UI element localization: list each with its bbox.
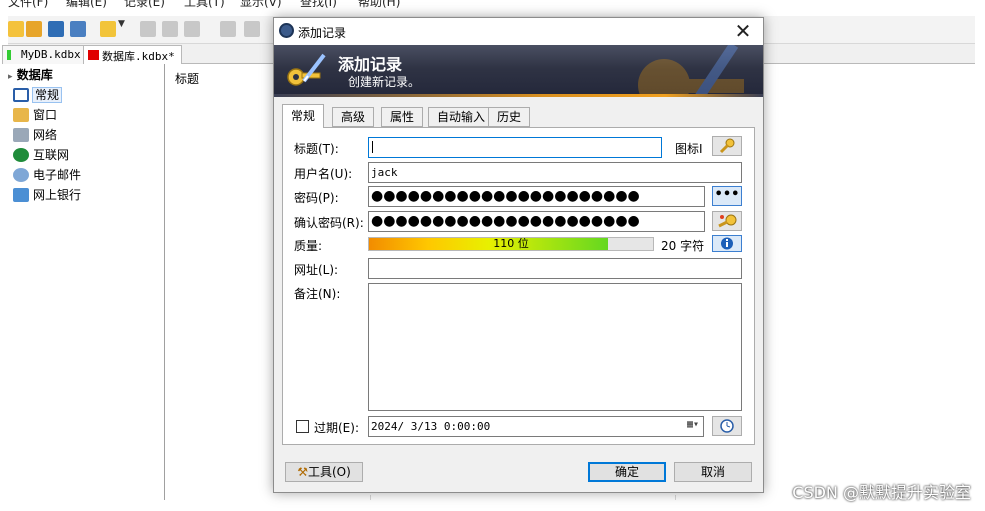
database-color-icon xyxy=(88,50,99,60)
repeat-password-field[interactable]: ●●●●●●●●●●●●●●●●●●●●●● xyxy=(368,211,705,232)
url-label: 网址(L): xyxy=(294,263,339,277)
dialog-banner: 添加记录 创建新记录。 xyxy=(274,45,763,97)
menu-edit[interactable]: 编辑(E) xyxy=(66,0,107,10)
folder-icon xyxy=(13,88,29,102)
password-field[interactable]: ●●●●●●●●●●●●●●●●●●●●●● xyxy=(368,186,705,207)
column-divider xyxy=(675,495,676,500)
save-icon[interactable] xyxy=(48,21,64,37)
open-url-icon[interactable] xyxy=(184,21,200,37)
menu-bar: 文件(F) 编辑(E) 记录(E) 工具(T) 显示(V) 查找(I) 帮助(H… xyxy=(8,0,975,16)
doc-tab-database[interactable]: 数据库.kdbx* xyxy=(83,45,182,65)
key-pen-icon xyxy=(287,53,326,86)
banner-key-watermark-icon xyxy=(638,45,744,97)
tree-item-email[interactable]: 电子邮件 xyxy=(13,165,81,185)
percent-icon xyxy=(13,188,29,202)
username-label: 用户名(U): xyxy=(294,167,353,181)
tree-root-database[interactable]: ▸ 数据库 xyxy=(8,65,53,85)
ok-button[interactable]: 确定 xyxy=(588,462,666,482)
general-tab-panel: 标题(T): 图标I 用户名(U): jack 密码(P): ●●●●●●●●●… xyxy=(282,127,755,445)
copy-entry-icon[interactable] xyxy=(220,21,236,37)
notes-textarea[interactable] xyxy=(368,283,742,411)
password-label: 密码(P): xyxy=(294,191,339,205)
email-icon xyxy=(13,168,29,182)
title-field[interactable] xyxy=(368,137,662,158)
menu-view[interactable]: 显示(V) xyxy=(240,0,282,10)
tree-item-network[interactable]: 网络 xyxy=(13,125,57,145)
add-entry-key-icon[interactable] xyxy=(100,21,116,37)
quality-label: 质量: xyxy=(294,239,323,253)
menu-file[interactable]: 文件(F) xyxy=(8,0,48,10)
password-quality-bar: 110 位 xyxy=(368,237,654,251)
doc-tab-mydb[interactable]: MyDB.kdbx xyxy=(2,45,88,64)
info-icon xyxy=(721,237,733,250)
tree-item-internet[interactable]: 互联网 xyxy=(13,145,69,165)
lock-workspace-icon[interactable] xyxy=(244,21,260,37)
url-field[interactable] xyxy=(368,258,742,279)
copy-user-icon[interactable] xyxy=(140,21,156,37)
tree-item-general[interactable]: 常规 xyxy=(13,85,63,105)
clock-icon xyxy=(720,419,734,433)
column-divider xyxy=(370,495,371,500)
menu-tools[interactable]: 工具(T) xyxy=(184,0,225,10)
quality-bits-text: 110 位 xyxy=(493,237,529,250)
repeat-password-label: 确认密码(R): xyxy=(294,216,364,230)
banner-subtitle: 创建新记录。 xyxy=(348,75,421,89)
tab-advanced[interactable]: 高级 xyxy=(332,107,375,127)
open-folder-icon[interactable] xyxy=(26,21,42,37)
group-tree: ▸ 数据库 常规 窗口 网络 互联网 电子邮件 网上银行 xyxy=(8,64,165,500)
save-all-icon[interactable] xyxy=(70,21,86,37)
quality-char-count: 20 字符 xyxy=(661,239,705,253)
banner-accent-strip xyxy=(274,94,763,97)
window-icon xyxy=(13,108,29,122)
notes-label: 备注(N): xyxy=(294,287,341,301)
add-entry-dialog: 添加记录 ✕ 添加记录 创建新记录。 常规 高级 属性 自动输入 历史 标题(T… xyxy=(273,17,764,493)
menu-entry[interactable]: 记录(E) xyxy=(124,0,165,10)
tools-button[interactable]: ⚒工具(O) xyxy=(285,462,363,482)
title-label: 标题(T): xyxy=(294,142,339,156)
new-database-icon[interactable] xyxy=(8,21,24,37)
icon-picker-button[interactable] xyxy=(712,136,742,156)
copy-password-icon[interactable] xyxy=(162,21,178,37)
keepass-lock-icon xyxy=(279,23,294,38)
close-icon[interactable]: ✕ xyxy=(731,20,755,42)
network-icon xyxy=(13,128,29,142)
tab-auto-type[interactable]: 自动输入 xyxy=(428,107,495,127)
watermark: CSDN @默默提升实验室 xyxy=(792,483,971,502)
key-icon xyxy=(719,138,735,154)
quality-info-button[interactable] xyxy=(712,235,742,252)
username-field[interactable]: jack xyxy=(368,162,742,183)
tab-history[interactable]: 历史 xyxy=(488,107,531,127)
expires-checkbox[interactable] xyxy=(296,420,309,433)
cancel-button[interactable]: 取消 xyxy=(674,462,752,482)
dialog-title: 添加记录 xyxy=(298,26,347,40)
password-generator-icon xyxy=(718,214,737,228)
password-generator-button[interactable] xyxy=(712,211,742,231)
dialog-titlebar: 添加记录 ✕ xyxy=(274,18,763,45)
expiry-date-field[interactable]: 2024/ 3/13 0:00:00 ▦▾ xyxy=(368,416,704,437)
expiry-presets-button[interactable] xyxy=(712,416,742,436)
tab-properties[interactable]: 属性 xyxy=(381,107,424,127)
show-password-button[interactable]: ••• xyxy=(712,186,742,206)
banner-title: 添加记录 xyxy=(338,55,403,74)
column-header-title[interactable]: 标题 xyxy=(175,70,199,87)
text-caret xyxy=(372,141,373,153)
chevron-down-icon[interactable]: ▼ xyxy=(118,19,126,35)
tree-item-windows[interactable]: 窗口 xyxy=(13,105,57,125)
globe-icon xyxy=(13,148,29,162)
expander-icon[interactable]: ▸ xyxy=(8,72,13,82)
expires-label: 过期(E): xyxy=(314,421,359,435)
tree-item-online-banking[interactable]: 网上银行 xyxy=(13,185,81,205)
calendar-dropdown-icon[interactable]: ▦▾ xyxy=(687,419,699,430)
icon-label: 图标I xyxy=(675,142,703,156)
tools-icon: ⚒ xyxy=(297,465,308,479)
menu-find[interactable]: 查找(I) xyxy=(300,0,337,10)
tab-general[interactable]: 常规 xyxy=(282,104,325,128)
database-color-icon xyxy=(7,50,11,60)
menu-help[interactable]: 帮助(H) xyxy=(358,0,400,10)
